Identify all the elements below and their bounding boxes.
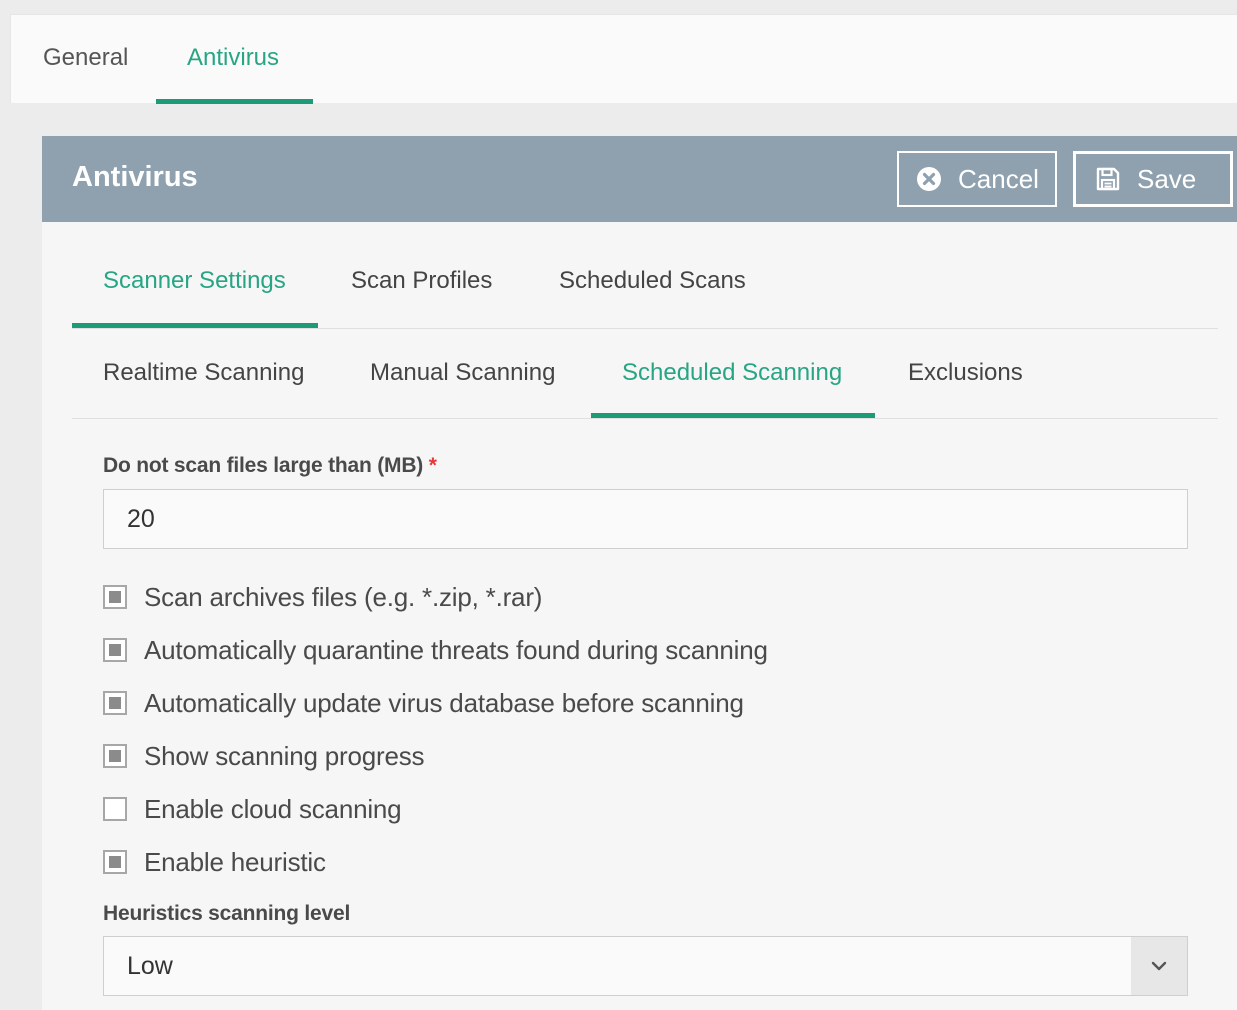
close-circle-icon bbox=[916, 166, 942, 192]
tab-scan-profiles[interactable]: Scan Profiles bbox=[351, 222, 492, 328]
heuristics-level-select[interactable]: Low bbox=[103, 936, 1188, 996]
auto-quarantine-checkbox[interactable] bbox=[103, 638, 127, 662]
top-tab-bar: General Antivirus bbox=[10, 14, 1237, 104]
enable-heuristic-checkbox[interactable] bbox=[103, 850, 127, 874]
tab-general[interactable]: General bbox=[43, 15, 128, 104]
floppy-disk-icon bbox=[1095, 166, 1121, 192]
auto-update-db-label: Automatically update virus database befo… bbox=[144, 687, 744, 718]
cloud-scanning-option[interactable]: Enable cloud scanning bbox=[103, 789, 402, 829]
scan-archives-label: Scan archives files (e.g. *.zip, *.rar) bbox=[144, 581, 543, 612]
heuristics-level-value: Low bbox=[127, 952, 173, 980]
cancel-label: Cancel bbox=[958, 163, 1039, 194]
save-label: Save bbox=[1137, 163, 1197, 194]
chevron-down-icon[interactable] bbox=[1131, 937, 1187, 995]
panel-title: Antivirus bbox=[72, 161, 198, 193]
show-progress-checkbox[interactable] bbox=[103, 744, 127, 768]
antivirus-panel: Antivirus Cancel Save Scanner Settings S… bbox=[42, 136, 1237, 1010]
tab-antivirus[interactable]: Antivirus bbox=[156, 15, 313, 104]
auto-update-db-option[interactable]: Automatically update virus database befo… bbox=[103, 683, 744, 723]
enable-heuristic-label: Enable heuristic bbox=[144, 846, 326, 877]
tab-realtime-scanning[interactable]: Realtime Scanning bbox=[103, 328, 304, 418]
scan-archives-option[interactable]: Scan archives files (e.g. *.zip, *.rar) bbox=[103, 577, 542, 617]
scanner-sub-tabs: Realtime Scanning Manual Scanning Schedu… bbox=[72, 328, 1218, 419]
save-button[interactable]: Save bbox=[1073, 151, 1233, 207]
scan-archives-checkbox[interactable] bbox=[103, 585, 127, 609]
show-progress-option[interactable]: Show scanning progress bbox=[103, 736, 425, 776]
tab-manual-scanning[interactable]: Manual Scanning bbox=[370, 328, 555, 418]
auto-quarantine-label: Automatically quarantine threats found d… bbox=[144, 634, 768, 665]
cloud-scanning-checkbox[interactable] bbox=[103, 797, 127, 821]
show-progress-label: Show scanning progress bbox=[144, 740, 425, 771]
max-file-size-label: Do not scan files large than (MB) * bbox=[103, 454, 437, 478]
tab-scheduled-scans[interactable]: Scheduled Scans bbox=[559, 222, 746, 328]
heuristics-level-label: Heuristics scanning level bbox=[103, 902, 351, 925]
auto-update-db-checkbox[interactable] bbox=[103, 691, 127, 715]
tab-exclusions[interactable]: Exclusions bbox=[908, 328, 1023, 418]
cloud-scanning-label: Enable cloud scanning bbox=[144, 793, 402, 824]
tab-scanner-settings[interactable]: Scanner Settings bbox=[72, 222, 318, 328]
required-marker: * bbox=[428, 454, 437, 477]
tab-scheduled-scanning[interactable]: Scheduled Scanning bbox=[591, 328, 875, 418]
cancel-button[interactable]: Cancel bbox=[897, 151, 1057, 207]
auto-quarantine-option[interactable]: Automatically quarantine threats found d… bbox=[103, 630, 768, 670]
section-tabs: Scanner Settings Scan Profiles Scheduled… bbox=[72, 222, 1218, 329]
panel-header: Antivirus Cancel Save bbox=[42, 136, 1237, 222]
enable-heuristic-option[interactable]: Enable heuristic bbox=[103, 842, 326, 882]
max-file-size-label-text: Do not scan files large than (MB) bbox=[103, 454, 424, 477]
max-file-size-input[interactable]: 20 bbox=[103, 489, 1188, 549]
